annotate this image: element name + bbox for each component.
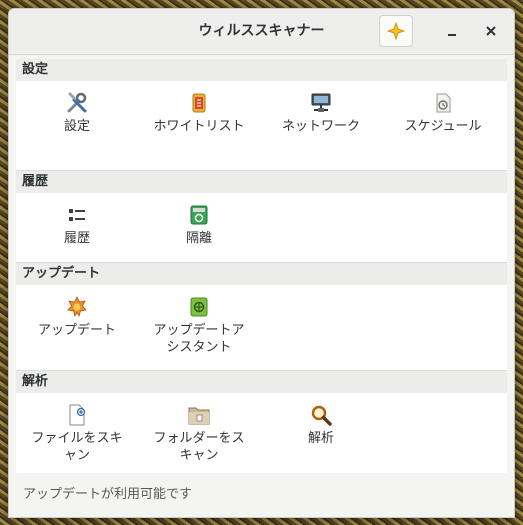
scan-folder-label: フォルダーをスキャン (153, 431, 245, 463)
sparkle-icon (387, 22, 405, 40)
quarantine-icon (190, 205, 208, 225)
whitelist-label: ホワイトリスト (153, 119, 245, 134)
update-assistant-label: アップデートアシスタント (153, 323, 245, 355)
close-icon (486, 26, 496, 36)
section-update: アップデート アップデートアシスタント (16, 285, 507, 371)
section-history: 履歴 隔離 (16, 193, 507, 263)
whitelist-button[interactable]: ホワイトリスト (138, 81, 260, 170)
update-label: アップデート (37, 323, 116, 338)
title-bar[interactable]: ウィルススキャナー (9, 9, 514, 55)
quarantine-label: 隔離 (185, 231, 212, 246)
update-icon (67, 296, 87, 318)
network-button[interactable]: ネットワーク (260, 81, 382, 170)
section-settings: 設定 ホワイトリスト ネットワーク スケジュール (16, 81, 507, 171)
content-area: 設定 設定 ホワイトリスト ネットワーク スケジュール 履歴 履歴 隔離 アップ… (9, 55, 514, 479)
update-assistant-button[interactable]: アップデートアシスタント (138, 285, 260, 370)
tools-icon (67, 92, 87, 113)
section-title-history: 履歴 (16, 171, 507, 193)
section-title-settings: 設定 (16, 59, 507, 81)
network-icon (311, 93, 331, 112)
scan-file-icon (69, 404, 86, 426)
close-button[interactable] (474, 15, 508, 47)
update-assistant-icon (190, 297, 208, 317)
history-label: 履歴 (63, 231, 90, 246)
history-button[interactable]: 履歴 (16, 193, 138, 262)
section-analysis: ファイルをスキャン フォルダーをスキャン 解析 (16, 393, 507, 479)
scan-folder-button[interactable]: フォルダーをスキャン (138, 393, 260, 478)
sparkle-button[interactable] (379, 15, 413, 47)
scan-file-button[interactable]: ファイルをスキャン (16, 393, 138, 478)
schedule-button[interactable]: スケジュール (382, 81, 504, 170)
section-title-update: アップデート (16, 263, 507, 285)
main-window: ウィルススキャナー 設定 設定 ホワイトリスト ネットワーク スケジュール 履歴… (8, 8, 515, 518)
whitelist-icon (192, 93, 206, 113)
scan-file-label: ファイルをスキャン (31, 431, 123, 463)
settings-button[interactable]: 設定 (16, 81, 138, 170)
status-bar: アップデートが利用可能です (9, 473, 514, 517)
quarantine-button[interactable]: 隔離 (138, 193, 260, 262)
analysis-button[interactable]: 解析 (260, 393, 382, 478)
history-list-icon (69, 209, 85, 221)
scan-folder-icon (188, 407, 210, 425)
update-button[interactable]: アップデート (16, 285, 138, 370)
schedule-icon (436, 93, 451, 113)
analysis-magnifier-icon (311, 405, 332, 426)
minimize-button[interactable] (435, 15, 469, 47)
minimize-icon (448, 34, 456, 36)
schedule-label: スケジュール (404, 119, 482, 134)
settings-label: 設定 (63, 119, 90, 134)
section-title-analysis: 解析 (16, 371, 507, 393)
network-label: ネットワーク (281, 119, 360, 134)
analysis-label: 解析 (307, 431, 334, 446)
